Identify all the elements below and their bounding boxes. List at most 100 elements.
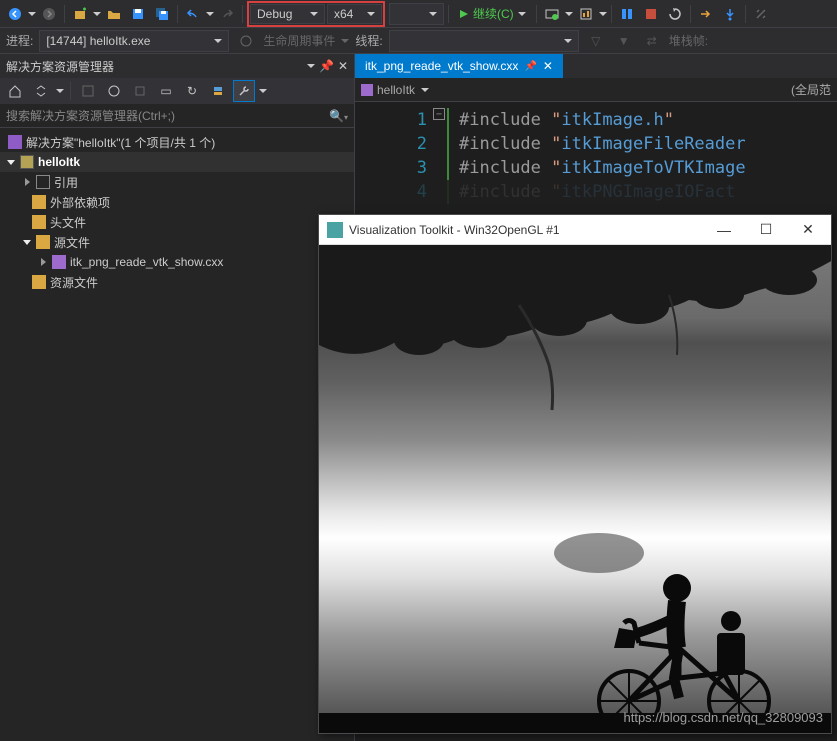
thread-dropdown[interactable] (389, 30, 579, 52)
new-project-dropdown[interactable] (93, 12, 101, 16)
vtk-render-canvas[interactable]: https://blog.csdn.net/qq_32809093 (319, 245, 831, 733)
pause-button[interactable] (616, 3, 638, 25)
sync-icon[interactable] (103, 80, 125, 102)
show-next-statement-button[interactable] (695, 3, 717, 25)
popup-title: Visualization Toolkit - Win32OpenGL #1 (349, 223, 560, 237)
vtk-app-icon (327, 222, 343, 238)
solution-node[interactable]: 解决方案"helloItk"(1 个项目/共 1 个) (0, 132, 354, 152)
launch-target-dropdown[interactable] (389, 3, 444, 25)
line-number: 4 (355, 180, 427, 204)
fold-icon[interactable]: − (433, 108, 445, 120)
tab-close-icon[interactable]: ✕ (543, 59, 553, 73)
nav-forward-button[interactable] (38, 3, 60, 25)
restart-button[interactable] (664, 3, 686, 25)
disconnect-button[interactable] (750, 3, 772, 25)
tree-silhouette (319, 245, 831, 415)
lifecycle-dropdown[interactable] (341, 39, 349, 43)
open-button[interactable] (103, 3, 125, 25)
cpp-icon (52, 255, 66, 269)
new-project-button[interactable] (69, 3, 91, 25)
references-icon (36, 175, 50, 189)
config-dropdown[interactable]: Debug (250, 4, 325, 24)
undo-button[interactable] (182, 3, 204, 25)
maximize-button[interactable]: ☐ (751, 220, 781, 240)
solution-panel-header: 解决方案资源管理器 📌 ✕ (0, 54, 354, 78)
redo-button[interactable] (216, 3, 238, 25)
source-file-node[interactable]: itk_png_reade_vtk_show.cxx (0, 252, 354, 272)
properties-dropdown[interactable] (259, 89, 267, 93)
minimize-button[interactable]: — (709, 220, 739, 240)
switch-view-icon[interactable] (30, 80, 52, 102)
expand-icon[interactable] (6, 160, 16, 165)
solution-search[interactable]: 搜索解决方案资源管理器(Ctrl+;) 🔍▾ (0, 104, 354, 128)
nav-back-button[interactable] (4, 3, 26, 25)
step-into-button[interactable] (719, 3, 741, 25)
context-right-label[interactable]: (全局范 (791, 81, 831, 98)
solution-explorer-panel: 解决方案资源管理器 📌 ✕ ▭ (0, 54, 355, 741)
tab-pin-icon[interactable]: 📌 (524, 61, 536, 72)
save-all-button[interactable] (151, 3, 173, 25)
stackframe-label: 堆栈帧: (669, 32, 708, 49)
refresh-view-icon[interactable]: ↻ (181, 80, 203, 102)
diagnostic-button[interactable] (575, 3, 597, 25)
references-node[interactable]: 引用 (0, 172, 354, 192)
editor-tab[interactable]: itk_png_reade_vtk_show.cxx 📌 ✕ (355, 54, 563, 78)
nav-back-dropdown[interactable] (28, 12, 36, 16)
headers-node[interactable]: 头文件 (0, 212, 354, 232)
external-deps-label: 外部依赖项 (50, 194, 110, 211)
show-all-files-icon[interactable]: ▭ (155, 80, 177, 102)
sources-node[interactable]: 源文件 (0, 232, 354, 252)
save-button[interactable] (127, 3, 149, 25)
config-value: Debug (257, 7, 292, 21)
panel-options-dropdown[interactable] (307, 64, 315, 68)
project-icon (20, 155, 34, 169)
filter-icon: ▽ (585, 30, 607, 52)
pin-icon[interactable]: 📌 (319, 59, 334, 73)
solution-icon (8, 135, 22, 149)
cyclist-silhouette (319, 473, 831, 733)
expand-icon[interactable] (22, 240, 32, 245)
source-file-label: itk_png_reade_vtk_show.cxx (70, 255, 223, 269)
flag-icon: ▼ (613, 30, 635, 52)
diagnostic-dropdown[interactable] (599, 12, 607, 16)
platform-dropdown[interactable]: x64 (327, 4, 382, 24)
switch-view-dropdown[interactable] (56, 89, 64, 93)
continue-label: 继续(C) (473, 5, 514, 22)
project-node[interactable]: helloItk (0, 152, 354, 172)
external-deps-node[interactable]: 外部依赖项 (0, 192, 354, 212)
debug-target-dropdown[interactable] (565, 12, 573, 16)
debug-target-button[interactable] (541, 3, 563, 25)
main-toolbar: Debug x64 继续(C) (0, 0, 837, 28)
debug-process-bar: 进程: [14744] helloItk.exe 生命周期事件 线程: ▽ ▼ … (0, 28, 837, 54)
expand-icon[interactable] (38, 258, 48, 266)
editor-context-bar: helloItk (全局范 (355, 78, 837, 102)
popup-titlebar[interactable]: Visualization Toolkit - Win32OpenGL #1 —… (319, 215, 831, 245)
context-scope-dropdown[interactable]: helloItk (361, 83, 415, 97)
cpp-context-icon (361, 84, 373, 96)
resources-node[interactable]: 资源文件 (0, 272, 354, 292)
vtk-output-window[interactable]: Visualization Toolkit - Win32OpenGL #1 —… (318, 214, 832, 734)
home-icon[interactable] (4, 80, 26, 102)
search-icon[interactable]: 🔍▾ (329, 109, 348, 123)
close-icon[interactable]: ✕ (338, 59, 348, 73)
close-button[interactable]: ✕ (793, 220, 823, 240)
platform-value: x64 (334, 7, 353, 21)
continue-button[interactable]: 继续(C) (453, 5, 532, 22)
solution-toolbar: ▭ ↻ (0, 78, 354, 104)
context-scope-chevron[interactable] (421, 88, 429, 92)
expand-icon[interactable] (22, 178, 32, 186)
editor-tabs: itk_png_reade_vtk_show.cxx 📌 ✕ (355, 54, 837, 78)
sources-label: 源文件 (54, 234, 90, 251)
context-scope-label: helloItk (377, 83, 415, 97)
stop-button[interactable] (640, 3, 662, 25)
tab-label: itk_png_reade_vtk_show.cxx (365, 59, 518, 73)
process-dropdown[interactable]: [14744] helloItk.exe (39, 30, 229, 52)
pending-changes-icon[interactable] (77, 80, 99, 102)
properties-icon[interactable] (233, 80, 255, 102)
lifecycle-icon (235, 30, 257, 52)
undo-dropdown[interactable] (206, 12, 214, 16)
class-view-icon[interactable] (207, 80, 229, 102)
lifecycle-label: 生命周期事件 (263, 32, 335, 49)
collapse-all-icon[interactable] (129, 80, 151, 102)
line-number: 3 (355, 156, 427, 180)
